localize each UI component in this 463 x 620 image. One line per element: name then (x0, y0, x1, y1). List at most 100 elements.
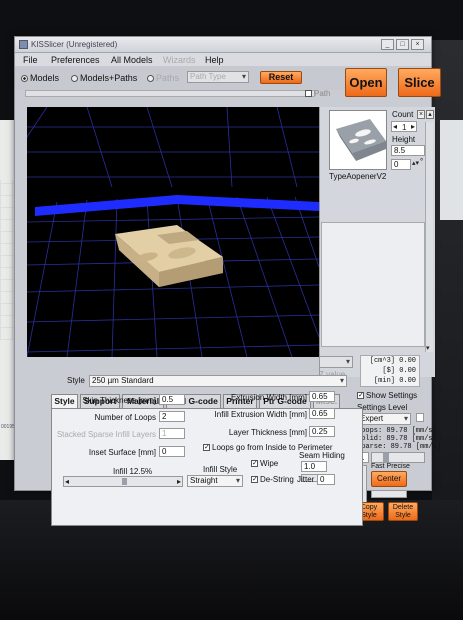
count-value: 1 (402, 123, 407, 132)
height-label: Height (392, 135, 416, 144)
number-of-loops-label: Number of Loops (94, 413, 156, 422)
seam-hiding-input[interactable]: 1.0 (301, 461, 327, 472)
inset-surface-label: Inset Surface [mm] (88, 448, 156, 457)
background-monitor-right (432, 40, 463, 540)
scroll-down-icon[interactable]: ▾ (426, 344, 430, 352)
model-preview-icon (336, 119, 386, 161)
checkbox-checked-icon: ✓ (251, 476, 258, 484)
menu-bar: File Preferences All Models Wizards Help (15, 53, 431, 66)
radio-selected-icon (21, 75, 28, 83)
sparse-speed: Sparse: 89.78 [mm/s] (357, 443, 442, 451)
settings-checkbox[interactable] (416, 413, 424, 422)
speed-slider-thumb[interactable] (383, 453, 389, 462)
layer-progress-bar[interactable] (25, 90, 315, 97)
close-icon[interactable]: × (411, 39, 424, 50)
jitter-input[interactable]: 0 (317, 474, 335, 485)
scroll-up-icon[interactable]: ▴ (426, 110, 434, 119)
jitter-label: Jitter (297, 475, 315, 484)
stacked-sparse-label: Stacked Sparse Infill Layers (56, 430, 156, 439)
minimize-icon[interactable]: _ (381, 39, 394, 50)
inset-surface-input[interactable]: 0 (159, 446, 185, 457)
cost-value: [$] 0.00 (382, 367, 416, 375)
rotation-unit: ° (420, 157, 424, 166)
layer-thickness-input[interactable]: 0.25 (309, 426, 335, 437)
center-scrollbar[interactable] (371, 490, 407, 498)
show-settings-checkbox[interactable]: ✓ Show Settings (357, 391, 417, 400)
app-icon (19, 40, 28, 49)
solid-speed: Solid: 89.78 [mm/s] (357, 435, 437, 443)
app-window: KISSlicer (Unregistered) _ □ × File Pref… (0, 36, 441, 526)
number-of-loops-input[interactable]: 2 (159, 411, 185, 422)
count-label: Count (392, 110, 414, 119)
arrow-left-icon[interactable]: ◂ (65, 477, 69, 486)
paths-checkbox[interactable]: Path (305, 89, 330, 98)
speed-slider[interactable] (371, 452, 425, 463)
style-select[interactable]: 250 µm Standard (89, 375, 347, 387)
path-type-select[interactable]: Path Type (187, 71, 249, 83)
cost-readout: [cm^3] 0.00 [$] 0.00 [min] 0.00 (360, 355, 420, 387)
radio-paths[interactable]: Paths (147, 73, 179, 83)
menu-file[interactable]: File (23, 55, 38, 65)
radio-models[interactable]: Models (21, 73, 59, 83)
infill-style-select[interactable]: Straight (187, 475, 243, 487)
extrusion-width-input[interactable]: 0.65 (309, 391, 335, 402)
infill-slider-thumb[interactable] (122, 478, 127, 485)
maximize-icon[interactable]: □ (396, 39, 409, 50)
open-button[interactable]: Open (345, 68, 387, 97)
arrow-left-icon[interactable]: ◂ (393, 122, 397, 131)
volume-readout: [cm^3] 0.00 (369, 357, 416, 365)
checkbox-checked-icon: ✓ (203, 444, 210, 452)
infill-extrusion-width-input[interactable]: 0.65 (309, 408, 335, 419)
slice-button[interactable]: Slice (398, 68, 441, 97)
settings-level-label: Settings Level (357, 403, 408, 412)
center-button[interactable]: Center (371, 471, 407, 487)
count-stepper[interactable]: ◂ 1 ▸ (391, 121, 417, 132)
model-list[interactable] (321, 222, 425, 347)
infill-style-label: Infill Style (203, 465, 238, 474)
delete-style-button[interactable]: Delete Style (388, 502, 418, 521)
arrow-right-icon[interactable]: ▸ (411, 122, 415, 131)
destring-checkbox[interactable]: ✓ De-String (251, 475, 294, 484)
title-bar[interactable]: KISSlicer (Unregistered) _ □ × (15, 37, 431, 53)
menu-all-models[interactable]: All Models (111, 55, 153, 65)
radio-icon (71, 75, 78, 83)
remove-model-icon[interactable]: × (417, 110, 425, 119)
rotation-spinner-icon[interactable]: ▴▾ (412, 159, 419, 167)
infill-extrusion-width-label: Infill Extrusion Width [mm] (214, 410, 307, 419)
menu-wizards[interactable]: Wizards (163, 55, 196, 65)
skin-thickness-label: Skin Thickness [mm] (82, 396, 156, 405)
checkbox-checked-icon: ✓ (251, 460, 258, 468)
z-mode-select[interactable] (319, 356, 353, 368)
stacked-sparse-input[interactable]: 1 (159, 428, 185, 439)
background-panel (440, 120, 463, 220)
menu-preferences[interactable]: Preferences (51, 55, 100, 65)
model-name: TypeAopenerV2 (329, 172, 387, 181)
rotation-input[interactable]: 0 (391, 159, 411, 170)
3d-viewport[interactable] (0, 66, 320, 358)
fast-precise-label: Fast Precise (371, 463, 410, 470)
model-part (115, 225, 223, 287)
time-value: [min] 0.00 (373, 377, 416, 385)
radio-models-paths[interactable]: Models+Paths (71, 73, 137, 83)
settings-level-select[interactable]: Expert (357, 413, 411, 425)
build-platform-render (0, 66, 320, 358)
height-input[interactable]: 8.5 (391, 145, 425, 156)
window-title: KISSlicer (Unregistered) (31, 40, 118, 49)
reset-button[interactable]: Reset (260, 71, 302, 84)
radio-icon (147, 75, 154, 83)
model-thumbnail[interactable] (329, 110, 387, 170)
infill-slider[interactable]: ◂ ▸ (63, 476, 183, 487)
skin-thickness-input[interactable]: 0.5 (159, 394, 185, 405)
model-list-scrollbar[interactable] (425, 122, 433, 352)
extrusion-width-label: Extrusion Width [mm] (230, 393, 307, 402)
arrow-right-icon[interactable]: ▸ (177, 477, 181, 486)
checkbox-icon (305, 90, 312, 98)
infill-label: Infill 12.5% (113, 467, 153, 476)
wipe-checkbox[interactable]: ✓ Wipe (251, 459, 278, 468)
style-label: Style (67, 376, 85, 385)
loops-speed: Loops: 89.78 [mm/s] (357, 427, 437, 435)
bed-edge (35, 195, 319, 216)
menu-help[interactable]: Help (205, 55, 224, 65)
layer-thickness-label: Layer Thickness [mm] (228, 428, 307, 437)
toolbar: Models Models+Paths Paths Path Type Rese… (15, 66, 441, 97)
